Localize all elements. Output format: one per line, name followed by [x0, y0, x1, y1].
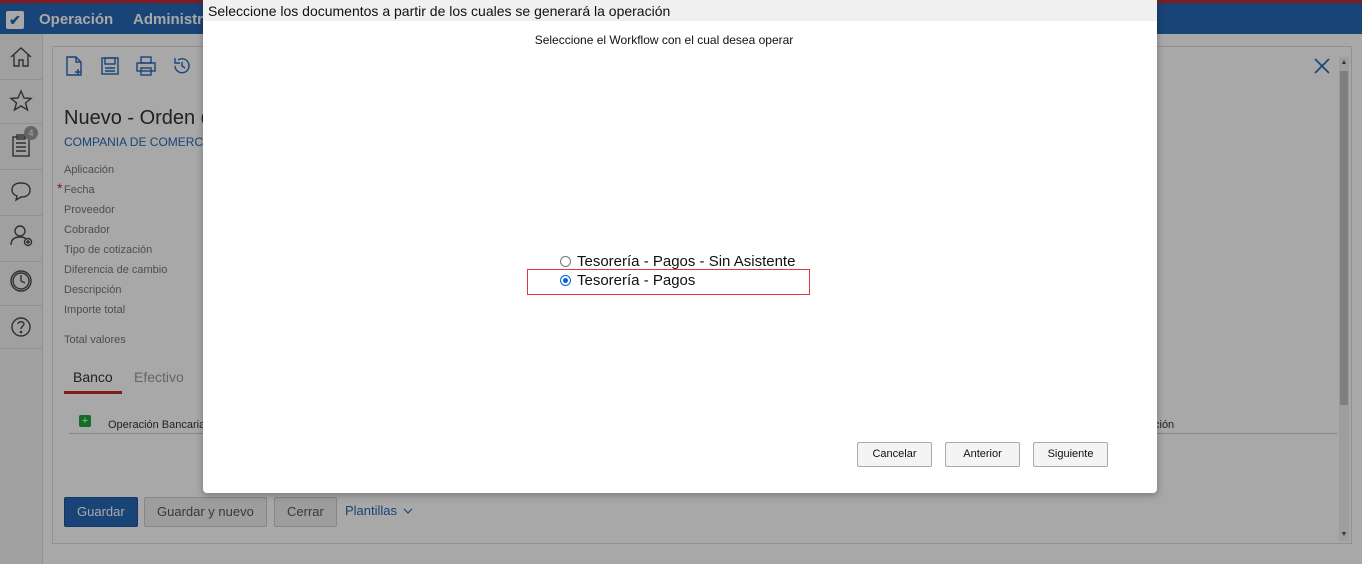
option-label: Tesorería - Pagos - Sin Asistente — [577, 253, 796, 270]
dialog-title: Seleccione los documentos a partir de lo… — [208, 3, 671, 19]
dialog-title-bar: Seleccione los documentos a partir de lo… — [203, 0, 1157, 21]
next-button[interactable]: Siguiente — [1033, 442, 1108, 467]
selection-highlight-box — [527, 269, 810, 295]
dialog-subtitle: Seleccione el Workflow con el cual desea… — [534, 33, 794, 47]
workflow-dialog: Seleccione los documentos a partir de lo… — [203, 0, 1157, 493]
radio-sin-asistente[interactable] — [560, 256, 571, 267]
previous-button[interactable]: Anterior — [945, 442, 1020, 467]
cancel-button[interactable]: Cancelar — [857, 442, 932, 467]
